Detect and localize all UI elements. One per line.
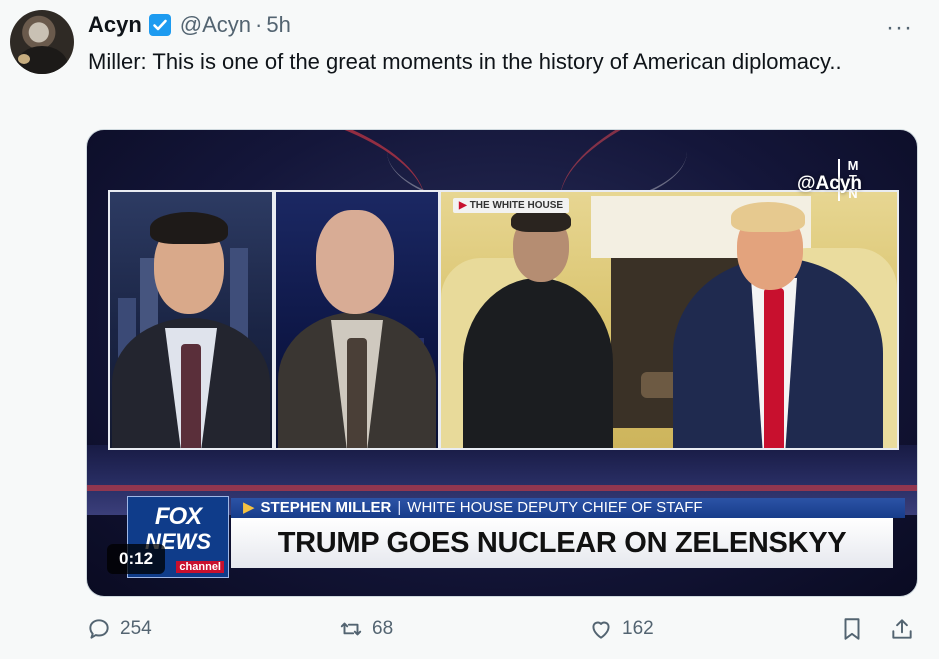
- bookmark-button[interactable]: [839, 616, 865, 642]
- strap-arrow-icon: ▶: [243, 499, 255, 516]
- author-name[interactable]: Acyn: [88, 12, 142, 38]
- location-tag-text: THE WHITE HOUSE: [469, 200, 564, 211]
- separator-dot: ·: [255, 12, 263, 37]
- reply-count: 254: [120, 618, 152, 639]
- share-icon: [892, 619, 912, 639]
- like-count: 162: [622, 618, 654, 639]
- headline-strap: TRUMP GOES NUCLEAR ON ZELENSKYY: [231, 518, 893, 568]
- seated-guest-body: [463, 278, 613, 448]
- video-panel-guest: [274, 190, 440, 450]
- host-hair: [150, 212, 228, 244]
- logo-fox: FOX: [154, 503, 202, 530]
- reply-icon: [89, 619, 109, 639]
- author-avatar[interactable]: [10, 10, 74, 74]
- play-triangle-icon: ▶: [459, 200, 467, 211]
- guest-tie: [347, 338, 367, 448]
- video-panel-host: [108, 190, 274, 450]
- verified-badge-icon: [148, 14, 171, 36]
- repost-icon: [340, 622, 362, 636]
- more-options-button[interactable]: ···: [886, 14, 913, 42]
- studio-glow: [87, 485, 917, 491]
- tweet-time[interactable]: 5h: [266, 12, 290, 38]
- strap-divider: |: [397, 499, 402, 516]
- bookmark-icon: [844, 618, 860, 640]
- name-strap: ▶ STEPHEN MILLER | WHITE HOUSE DEPUTY CHIEF…: [231, 498, 905, 518]
- tweet-text: Miller: This is one of the great moments…: [88, 49, 842, 74]
- strap-name: STEPHEN MILLER: [260, 499, 392, 516]
- guest-head: [316, 210, 394, 314]
- like-button[interactable]: 162: [588, 616, 654, 642]
- location-tag: ▶ THE WHITE HOUSE: [453, 198, 570, 213]
- repost-count: 68: [372, 618, 394, 639]
- video-watermark: @Acyn: [797, 173, 862, 194]
- host-tie: [181, 344, 201, 448]
- seated-host-tie: [764, 288, 784, 448]
- author-handle[interactable]: @Acyn: [180, 12, 251, 38]
- strap-title: WHITE HOUSE DEPUTY CHIEF OF STAFF: [407, 499, 703, 516]
- logo-channel: channel: [176, 561, 224, 573]
- video-panel-white-house: ▶ THE WHITE HOUSE: [439, 190, 899, 450]
- tweet-actions: 254 68 162: [86, 616, 916, 646]
- video-player[interactable]: ▶ THE WHITE HOUSE MTN @Acyn FOX NEWS chan…: [86, 129, 918, 597]
- share-button[interactable]: [889, 616, 915, 642]
- reply-button[interactable]: 254: [86, 616, 152, 642]
- video-timestamp: 0:12: [107, 544, 166, 574]
- heart-icon: [592, 621, 610, 639]
- seated-host-hair: [731, 202, 805, 232]
- avatar-light: [18, 54, 30, 64]
- tweet-header: Acyn @Acyn · 5h: [88, 11, 291, 39]
- news-lower-third: FOX NEWS channel ▶ STEPHEN MILLER | WHITE H…: [107, 496, 913, 578]
- repost-button[interactable]: 68: [338, 616, 393, 642]
